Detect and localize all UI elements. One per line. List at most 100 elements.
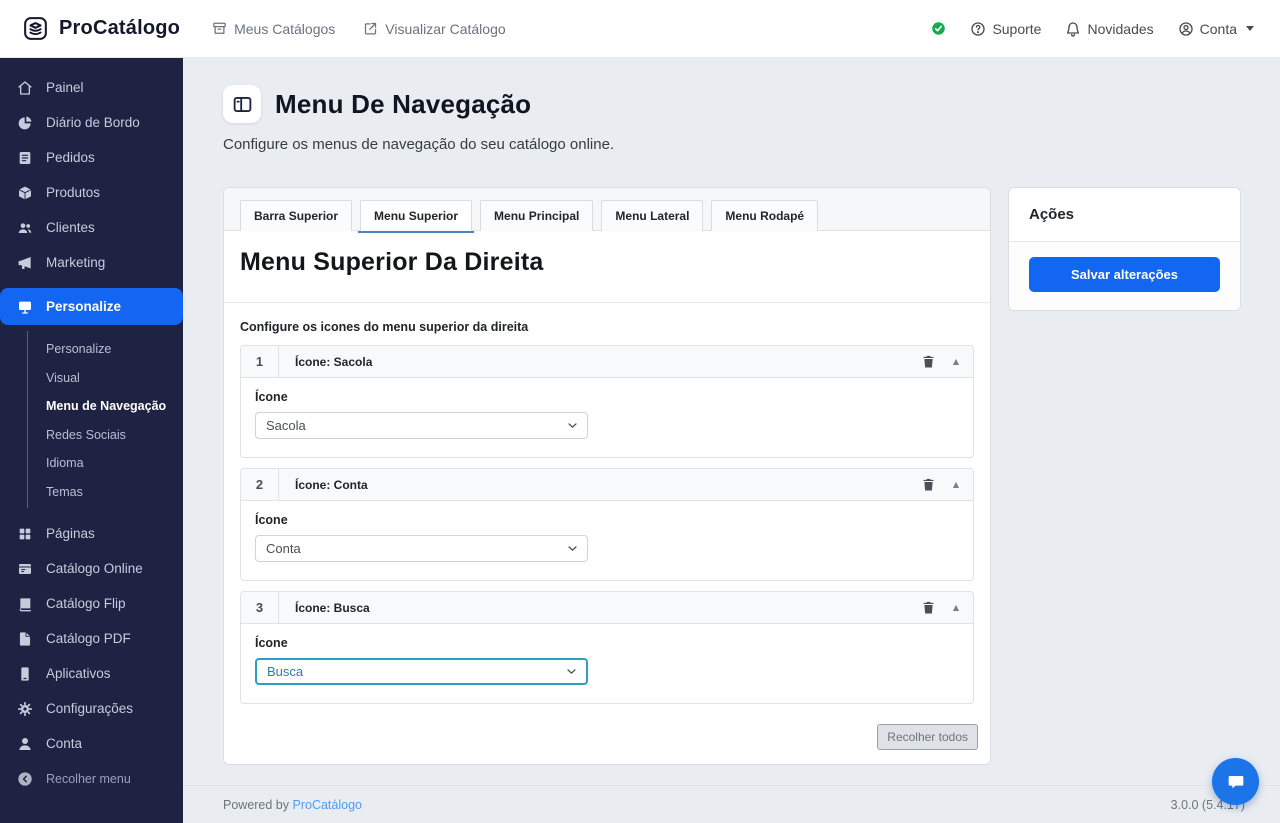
chat-icon [1225,771,1247,793]
news-button[interactable]: Novidades [1065,21,1153,37]
nav-label: Visualizar Catálogo [385,21,505,37]
users-icon [17,220,33,236]
page-title: Menu De Navegação [275,89,531,120]
submenu-item-personalize[interactable]: Personalize [46,335,183,364]
collapse-caret-icon[interactable]: ▲ [953,357,959,366]
pdf-icon [17,631,33,647]
support-button[interactable]: Suporte [970,21,1041,37]
megaphone-icon [17,255,33,271]
submenu-item-temas[interactable]: Temas [46,478,183,507]
collapse-caret-icon[interactable]: ▲ [953,603,959,612]
sidebar-item-conta[interactable]: Conta [0,726,183,761]
chevron-down-icon [566,419,579,432]
icon-select-sacola[interactable]: Sacola [255,412,588,439]
submenu-item-idioma[interactable]: Idioma [46,449,183,478]
support-label: Suporte [992,21,1041,37]
sidebar-item-aplicativos[interactable]: Aplicativos [0,656,183,691]
nav-label: Meus Catálogos [234,21,335,37]
sidebar-item-label: Personalize [46,299,121,314]
trash-icon[interactable] [921,354,936,369]
sidebar-item-configuracoes[interactable]: Configurações [0,691,183,726]
sidebar-item-marketing[interactable]: Marketing [0,245,183,280]
page-title-tile [223,85,261,123]
item-number: 1 [241,346,279,377]
monitor-icon [17,299,33,315]
nav-meus-catalogos[interactable]: Meus Catálogos [212,21,335,37]
icon-item-header[interactable]: 2 Ícone: Conta ▲ [241,469,973,501]
section-hint: Configure os icones do menu superior da … [224,303,990,343]
sidebar-item-pedidos[interactable]: Pedidos [0,140,183,175]
sidebar-item-diario-de-bordo[interactable]: Diário de Bordo [0,105,183,140]
collapse-caret-icon[interactable]: ▲ [953,480,959,489]
icon-select-busca[interactable]: Busca [255,658,588,685]
item-number: 2 [241,469,279,500]
bell-icon [1065,21,1081,37]
sidebar-item-label: Diário de Bordo [46,115,140,130]
submenu-item-visual[interactable]: Visual [46,364,183,393]
tab-menu-superior[interactable]: Menu Superior [360,200,472,231]
icon-item-header[interactable]: 3 Ícone: Busca ▲ [241,592,973,624]
sidebar-item-label: Pedidos [46,150,95,165]
icon-field-label: Ícone [255,513,959,527]
help-circle-icon [970,21,986,37]
submenu-item-label: Visual [46,371,80,385]
tab-barra-superior[interactable]: Barra Superior [240,200,352,231]
card-icon [17,561,33,577]
powered-by-link[interactable]: ProCatálogo [293,798,363,812]
sidebar-item-produtos[interactable]: Produtos [0,175,183,210]
icon-select-conta[interactable]: Conta [255,535,588,562]
sidebar-item-label: Produtos [46,185,100,200]
brand-name: ProCatálogo [59,17,180,40]
navigation-menu-icon [232,94,253,115]
sidebar-item-catalogo-online[interactable]: Catálogo Online [0,551,183,586]
save-changes-button[interactable]: Salvar alterações [1029,257,1220,292]
select-value: Busca [267,664,303,679]
nav-visualizar-catalogo[interactable]: Visualizar Catálogo [363,21,505,37]
sidebar-item-painel[interactable]: Painel [0,70,183,105]
item-number: 3 [241,592,279,623]
sidebar-item-clientes[interactable]: Clientes [0,210,183,245]
sidebar-item-label: Catálogo PDF [46,631,131,646]
sidebar-item-label: Configurações [46,701,133,716]
icon-item-header[interactable]: 1 Ícone: Sacola ▲ [241,346,973,378]
pie-chart-icon [17,115,33,131]
user-circle-icon [1178,21,1194,37]
grid-icon [17,526,33,542]
user-icon [17,736,33,752]
trash-icon[interactable] [921,477,936,492]
tab-menu-rodape[interactable]: Menu Rodapé [711,200,818,231]
sidebar-item-catalogo-pdf[interactable]: Catálogo PDF [0,621,183,656]
section-heading: Menu Superior Da Direita [224,231,990,303]
icon-item-busca: 3 Ícone: Busca ▲ Ícone Busca [240,591,974,704]
submenu-item-label: Menu de Navegação [46,399,166,413]
collapse-all-button[interactable]: Recolher todos [877,724,978,750]
collapse-menu-label: Recolher menu [46,772,131,786]
book-icon [17,596,33,612]
submenu-item-redes-sociais[interactable]: Redes Sociais [46,421,183,450]
tab-menu-principal[interactable]: Menu Principal [480,200,593,231]
personalize-submenu: Personalize Visual Menu de Navegação Red… [27,331,183,508]
smartphone-icon [17,666,33,682]
menu-tabs: Barra Superior Menu Superior Menu Princi… [224,188,990,231]
item-title: Ícone: Sacola [279,355,921,369]
collapse-menu-button[interactable]: Recolher menu [0,761,183,796]
sidebar: Painel Diário de Bordo Pedidos Produtos … [0,58,183,823]
sidebar-item-label: Catálogo Flip [46,596,126,611]
collapse-icon [17,771,33,787]
sidebar-item-paginas[interactable]: Páginas [0,516,183,551]
gear-icon [17,701,33,717]
tab-menu-lateral[interactable]: Menu Lateral [601,200,703,231]
icon-items-list: 1 Ícone: Sacola ▲ Ícone Sacola [224,343,990,704]
news-label: Novidades [1087,21,1153,37]
sidebar-item-personalize[interactable]: Personalize [0,288,183,325]
trash-icon[interactable] [921,600,936,615]
select-value: Conta [266,541,301,556]
submenu-item-menu-de-navegacao[interactable]: Menu de Navegação [46,392,183,421]
account-menu-button[interactable]: Conta [1178,21,1254,37]
chevron-down-icon [1246,26,1254,31]
icon-item-conta: 2 Ícone: Conta ▲ Ícone Conta [240,468,974,581]
sidebar-item-label: Páginas [46,526,95,541]
brand[interactable]: ProCatálogo [0,15,180,42]
chat-bubble-button[interactable] [1212,758,1259,805]
sidebar-item-catalogo-flip[interactable]: Catálogo Flip [0,586,183,621]
